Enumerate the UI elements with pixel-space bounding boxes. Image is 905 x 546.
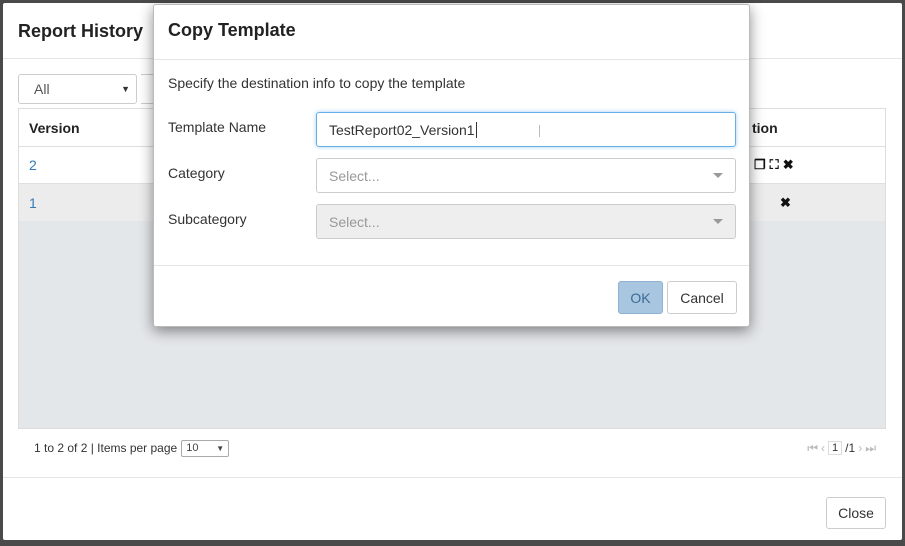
page-number-input[interactable]: 1	[828, 441, 843, 455]
expand-icon[interactable]: ⛶	[770, 157, 779, 173]
prev-page-icon[interactable]: ‹	[821, 441, 825, 455]
last-page-icon[interactable]: ⏭	[865, 441, 876, 456]
filter-select[interactable]: All ▼	[18, 74, 137, 104]
close-button[interactable]: Close	[826, 497, 886, 529]
copy-template-title: Copy Template	[168, 20, 296, 40]
grid-pager: 1 to 2 of 2 | Items per page 10 ▼ ⏮ ‹ 1 …	[18, 429, 886, 467]
copy-template-dialog: Copy Template Specify the destination in…	[153, 4, 750, 327]
copy-template-footer: OK Cancel	[154, 265, 749, 327]
history-toolbar: All ▼	[18, 74, 161, 104]
ibeam-cursor-icon	[539, 125, 540, 137]
items-per-page-select[interactable]: 10 ▼	[181, 439, 230, 457]
chevron-down-icon: ▼	[121, 84, 130, 94]
delete-icon[interactable]: ✖	[780, 195, 791, 211]
report-history-title: Report History	[18, 21, 144, 41]
filter-select-value: All	[34, 81, 50, 97]
row-actions: ✖	[754, 195, 791, 211]
chevron-down-icon	[713, 173, 723, 178]
subcategory-placeholder: Select...	[329, 213, 380, 230]
subcategory-label: Subcategory	[168, 211, 247, 227]
copy-template-header: Copy Template	[154, 5, 749, 60]
first-page-icon[interactable]: ⏮	[807, 441, 818, 456]
ok-button[interactable]: OK	[618, 281, 663, 314]
category-label: Category	[168, 165, 225, 181]
column-header-version[interactable]: Version	[19, 120, 159, 136]
row-actions: ❐ ⛶ ✖	[754, 157, 794, 173]
cancel-button[interactable]: Cancel	[667, 281, 737, 314]
category-select[interactable]: Select...	[316, 158, 736, 193]
subcategory-select[interactable]: Select...	[316, 204, 736, 239]
template-name-value: TestReport02_Version1	[329, 121, 475, 138]
chevron-down-icon: ▼	[216, 443, 225, 453]
template-name-input[interactable]: TestReport02_Version1	[316, 112, 736, 147]
copy-template-description: Specify the destination info to copy the…	[168, 75, 466, 91]
version-link[interactable]: 1	[19, 195, 37, 211]
text-cursor	[475, 121, 477, 138]
template-name-label: Template Name	[168, 119, 267, 135]
delete-icon[interactable]: ✖	[783, 157, 794, 173]
report-history-footer: Close	[3, 477, 902, 540]
total-pages: /1	[845, 441, 856, 455]
category-placeholder: Select...	[329, 167, 380, 184]
restore-icon[interactable]: ❐	[754, 157, 766, 173]
version-link[interactable]: 2	[19, 157, 37, 173]
pager-navigation: ⏮ ‹ 1 /1 › ⏭	[807, 441, 876, 456]
chevron-down-icon	[713, 219, 723, 224]
column-header-action: tion	[752, 119, 778, 136]
next-page-icon[interactable]: ›	[858, 441, 862, 455]
pager-summary: 1 to 2 of 2 | Items per page	[34, 441, 178, 455]
items-per-page-value: 10	[186, 442, 199, 454]
